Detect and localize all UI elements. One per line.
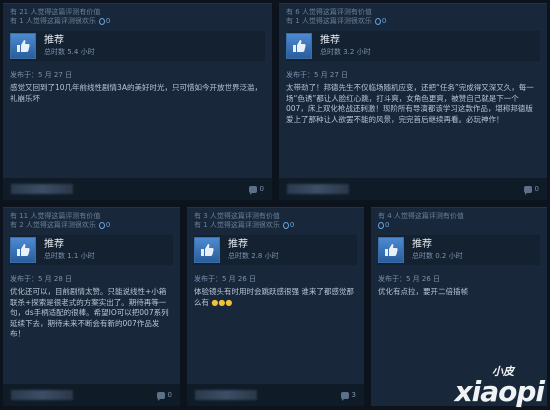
review-helpful-counts: 有 11 人觉得这篇评测有价值 有 2 人觉得这篇评测很欢乐 0: [3, 208, 180, 230]
review-card[interactable]: 有 3 人觉得这篇评测有价值 有 1 人觉得这篇评测很欢乐 0 推荐 总时数 2…: [187, 207, 364, 406]
funny-count-text: 有 1 人觉得这篇评测很欢乐: [194, 221, 280, 229]
posted-date: 发布于：5 月 27 日: [10, 71, 73, 79]
grin-emoji-icon: ●●●: [211, 297, 233, 307]
comment-bubble-icon: [340, 391, 349, 401]
award-badge[interactable]: 0: [282, 221, 294, 230]
review-verdict: 推荐 总时数 5.4 小时: [10, 31, 265, 61]
review-text: 优化还可以，目前剧情太赞。只能说线性+小箱联杀+探索是很老式的方案实出了。期待再…: [10, 287, 169, 338]
thumbs-up-icon: [378, 237, 404, 263]
playtime-hours: 总时数 5.4 小时: [44, 48, 95, 56]
review-helpful-counts: 有 21 人觉得这篇评测有价值 有 1 人觉得这篇评测很欢乐 0: [3, 4, 272, 26]
reviewer-avatar-blurred: [11, 390, 73, 400]
playtime-hours: 总时数 0.2 小时: [412, 252, 463, 260]
funny-count-text: 有 1 人觉得这篇评测很欢乐: [286, 17, 372, 25]
review-helpful-counts: 有 4 人觉得这篇评测有价值 0: [371, 208, 547, 230]
review-card[interactable]: 有 21 人觉得这篇评测有价值 有 1 人觉得这篇评测很欢乐 0 推荐 总时数 …: [3, 3, 272, 200]
review-text: 感觉又回到了10几年前线性剧情3A的美好时光，只可惜如今开放世界泛滥，礼崩乐坏: [10, 83, 262, 103]
reviewer-avatar-blurred: [11, 184, 73, 194]
review-text: 体验镜头有时用时会跳跃感很强 谁来了都感觉那么有 ●●●: [194, 287, 354, 307]
review-footer: 0: [3, 178, 272, 200]
verdict-label: 推荐: [228, 239, 248, 250]
award-badge[interactable]: 0: [98, 221, 110, 230]
playtime-hours: 总时数 2.8 小时: [228, 252, 279, 260]
posted-date: 发布于：5 月 28 日: [10, 275, 73, 283]
reviewer-avatar-blurred: [287, 184, 349, 194]
watermark-en: xiaopi: [454, 375, 545, 408]
thumbs-up-icon: [194, 237, 220, 263]
helpful-count-text: 有 6 人觉得这篇评测有价值: [286, 8, 372, 16]
award-icon: [98, 18, 105, 25]
review-helpful-counts: 有 6 人觉得这篇评测有价值 有 1 人觉得这篇评测很欢乐 0: [279, 4, 547, 26]
posted-date: 发布于：5 月 27 日: [286, 71, 349, 79]
posted-date: 发布于：5 月 26 日: [378, 275, 441, 283]
award-icon: [98, 222, 105, 229]
reviewer-avatar-blurred: [195, 390, 257, 400]
helpful-count-text: 有 11 人觉得这篇评测有价值: [10, 212, 101, 220]
helpful-count-text: 有 4 人觉得这篇评测有价值: [378, 212, 464, 220]
comment-bubble-icon: [248, 185, 257, 195]
thumbs-up-icon: [10, 237, 36, 263]
review-footer: 3: [187, 384, 364, 406]
comment-count[interactable]: 0: [248, 185, 264, 195]
review-text: 优化有点拉，要开二倍插帧: [378, 287, 468, 296]
comment-bubble-icon: [156, 391, 165, 401]
award-icon: [282, 222, 289, 229]
review-footer: 0: [3, 384, 180, 406]
verdict-label: 推荐: [44, 239, 64, 250]
review-verdict: 推荐 总时数 1.1 小时: [10, 235, 173, 265]
award-icon: [374, 18, 381, 25]
award-icon: [378, 222, 384, 229]
funny-count-text: 有 2 人觉得这篇评测很欢乐: [10, 221, 96, 229]
review-verdict: 推荐 总时数 3.2 小时: [286, 31, 540, 61]
review-verdict: 推荐 总时数 2.8 小时: [194, 235, 357, 265]
review-footer: 0: [279, 178, 547, 200]
verdict-label: 推荐: [44, 35, 64, 46]
review-text: 太带劲了！邦德先生不仅临场随机应变，还把“任务”完成得又深又久，每一场“色诱”都…: [286, 83, 534, 124]
playtime-hours: 总时数 1.1 小时: [44, 252, 95, 260]
award-badge[interactable]: 0: [378, 221, 389, 230]
review-helpful-counts: 有 3 人觉得这篇评测有价值 有 1 人觉得这篇评测很欢乐 0: [187, 208, 364, 230]
award-badge[interactable]: 0: [98, 17, 110, 26]
playtime-hours: 总时数 3.2 小时: [320, 48, 371, 56]
verdict-label: 推荐: [320, 35, 340, 46]
posted-date: 发布于：5 月 26 日: [194, 275, 257, 283]
verdict-label: 推荐: [412, 239, 432, 250]
review-card[interactable]: 有 11 人觉得这篇评测有价值 有 2 人觉得这篇评测很欢乐 0 推荐 总时数 …: [3, 207, 180, 406]
comment-count[interactable]: 0: [156, 391, 172, 401]
thumbs-up-icon: [286, 33, 312, 59]
comment-bubble-icon: [523, 185, 532, 195]
comment-count[interactable]: 3: [340, 391, 356, 401]
thumbs-up-icon: [10, 33, 36, 59]
review-verdict: 推荐 总时数 0.2 小时: [378, 235, 540, 265]
review-card[interactable]: 有 6 人觉得这篇评测有价值 有 1 人觉得这篇评测很欢乐 0 推荐 总时数 3…: [279, 3, 547, 200]
site-watermark: 小皮 xiaopi: [454, 366, 545, 408]
helpful-count-text: 有 21 人觉得这篇评测有价值: [10, 8, 101, 16]
helpful-count-text: 有 3 人觉得这篇评测有价值: [194, 212, 280, 220]
comment-count[interactable]: 0: [523, 185, 539, 195]
funny-count-text: 有 1 人觉得这篇评测很欢乐: [10, 17, 96, 25]
award-badge[interactable]: 0: [374, 17, 386, 26]
